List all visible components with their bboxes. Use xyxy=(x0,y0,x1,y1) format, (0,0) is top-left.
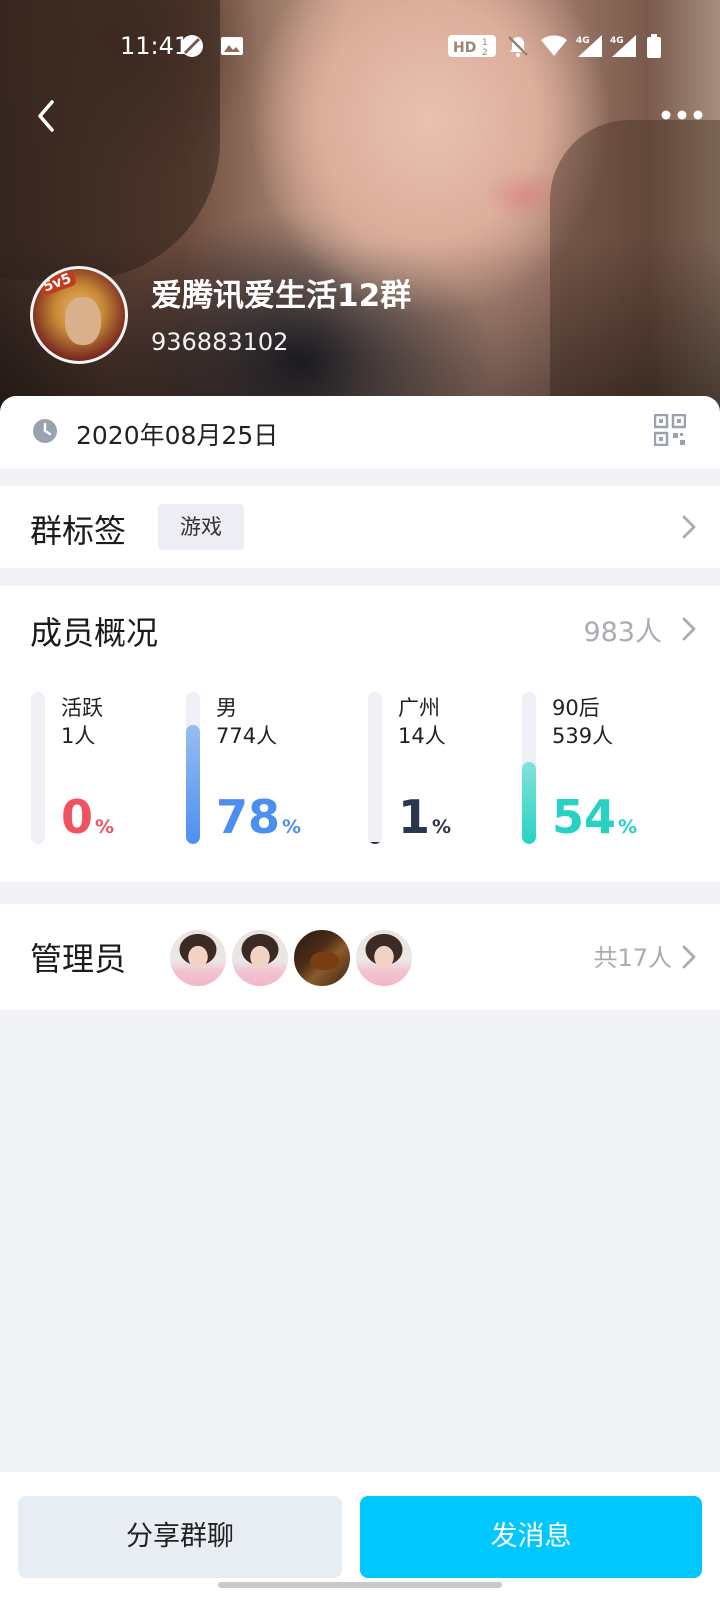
stat-percent-symbol: % xyxy=(432,816,452,838)
tags-title: 群标签 xyxy=(30,512,127,550)
qr-code-icon[interactable] xyxy=(654,414,686,446)
members-overview-card[interactable]: 成员概况 983人 活跃 1人 0% 男 774人 78% 广州 14人 1% … xyxy=(0,586,720,882)
notifications-off-icon xyxy=(508,36,528,57)
admins-row[interactable]: 管理员 共17人 xyxy=(0,904,720,1010)
stat-percent-symbol: % xyxy=(282,816,302,838)
svg-text:4G: 4G xyxy=(576,36,590,46)
stat-bar-fill xyxy=(186,725,200,844)
group-id: 936883102 xyxy=(151,328,289,356)
status-time: 11:41 xyxy=(120,32,190,60)
stat-bar-track xyxy=(368,692,382,844)
stat-bar-fill xyxy=(368,842,382,844)
group-info-row: 2020年08月25日 xyxy=(0,396,720,468)
stat-percent-value: 54 xyxy=(552,790,617,844)
stat-percent: 1% xyxy=(398,790,451,844)
svg-text:HD: HD xyxy=(453,40,476,56)
do-not-disturb-icon xyxy=(181,35,203,57)
group-avatar[interactable]: 5v5 xyxy=(30,266,128,364)
stat-male: 男 774人 78% xyxy=(186,692,336,844)
stat-bar-track xyxy=(522,692,536,844)
stat-bar-fill xyxy=(522,762,536,844)
svg-text:1: 1 xyxy=(482,38,488,48)
chevron-right-icon xyxy=(682,515,696,539)
wifi-icon xyxy=(541,35,567,56)
send-message-button[interactable]: 发消息 xyxy=(360,1496,702,1578)
chevron-left-icon[interactable] xyxy=(28,96,68,136)
stat-label: 广州 xyxy=(398,696,440,720)
admin-total: 共17人 xyxy=(593,944,672,972)
stat-percent-value: 1 xyxy=(398,790,431,844)
stat-location: 广州 14人 1% xyxy=(368,692,518,844)
stat-count: 774人 xyxy=(216,724,278,748)
group-tags-row[interactable]: 群标签 游戏 xyxy=(0,486,720,568)
stat-count: 1人 xyxy=(61,724,96,748)
svg-text:4G: 4G xyxy=(610,36,624,46)
stat-bar-track xyxy=(186,692,200,844)
avatar-face xyxy=(65,297,101,345)
stat-percent: 54% xyxy=(552,790,637,844)
top-navigation xyxy=(0,92,720,142)
group-name: 爱腾讯爱生活12群 xyxy=(151,278,412,314)
stat-percent: 0% xyxy=(61,790,114,844)
stat-count: 14人 xyxy=(398,724,446,748)
chevron-right-icon xyxy=(682,617,696,641)
bottom-action-bar: 分享群聊 发消息 xyxy=(0,1472,720,1600)
signal-4g-icon: 4G xyxy=(610,35,636,57)
admins-title: 管理员 xyxy=(30,940,127,978)
tag-chip: 游戏 xyxy=(158,504,244,550)
more-horizontal-icon[interactable] xyxy=(660,100,704,130)
admin-avatar[interactable] xyxy=(292,928,352,988)
home-indicator[interactable] xyxy=(218,1582,502,1588)
members-title: 成员概况 xyxy=(30,614,159,652)
image-icon xyxy=(221,37,243,55)
admin-avatar[interactable] xyxy=(168,928,228,988)
stat-label: 90后 xyxy=(552,696,600,720)
share-group-button[interactable]: 分享群聊 xyxy=(18,1496,342,1578)
clock-icon xyxy=(33,419,57,443)
stat-percent: 78% xyxy=(216,790,301,844)
battery-icon xyxy=(647,34,661,58)
stat-age-group: 90后 539人 54% xyxy=(522,692,672,844)
chevron-right-icon xyxy=(682,945,696,969)
member-count: 983人 xyxy=(583,617,662,648)
stat-bar-track xyxy=(31,692,45,844)
hd-voice-icon: HD 1 2 xyxy=(448,35,496,58)
svg-text:2: 2 xyxy=(482,48,488,58)
created-date: 2020年08月25日 xyxy=(76,421,279,450)
signal-4g-icon: 4G xyxy=(576,35,602,57)
stat-active: 活跃 1人 0% xyxy=(31,692,181,844)
admin-avatar[interactable] xyxy=(230,928,290,988)
stat-label: 活跃 xyxy=(61,696,103,720)
stat-count: 539人 xyxy=(552,724,614,748)
stat-percent-value: 0 xyxy=(61,790,94,844)
stat-percent-symbol: % xyxy=(618,816,638,838)
status-bar: 11:41 HD 1 2 4G 4G xyxy=(0,0,720,92)
stat-percent-symbol: % xyxy=(95,816,115,838)
stat-label: 男 xyxy=(216,696,237,720)
admin-avatar[interactable] xyxy=(354,928,414,988)
stat-percent-value: 78 xyxy=(216,790,281,844)
